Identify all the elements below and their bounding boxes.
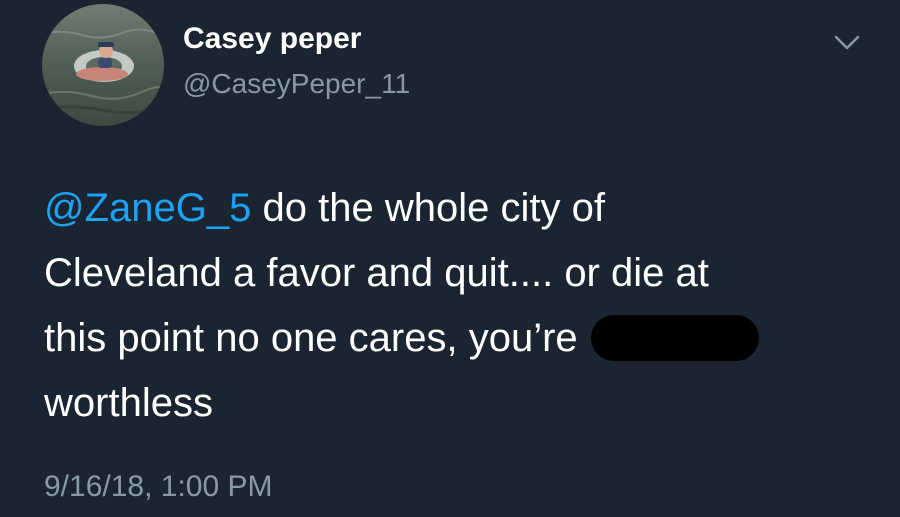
tweet-text: @ZaneG_5 do the whole city of Cleveland … (44, 176, 864, 436)
avatar[interactable] (42, 4, 164, 126)
tweet-text-line: @ZaneG_5 do the whole city of (44, 176, 864, 241)
tweet-text-segment: this point no one cares, you’re (44, 316, 589, 360)
redaction-mark (590, 315, 759, 361)
tweet-text-line: this point no one cares, you’re (44, 306, 864, 371)
tweet-card: Casey peper @CaseyPeper_11 @ZaneG_5 do t… (0, 0, 900, 517)
chevron-down-icon (834, 35, 860, 50)
tweet-text-segment: do the whole city of (251, 186, 605, 230)
tweet-text-line: Cleveland a favor and quit.... or die at (44, 251, 709, 295)
tweet-timestamp[interactable]: 9/16/18, 1:00 PM (44, 470, 273, 504)
tweet-text-line: worthless (44, 381, 213, 425)
author-display-name[interactable]: Casey peper (183, 22, 361, 56)
more-options-button[interactable] (832, 32, 862, 54)
profile-photo-icon (42, 4, 164, 126)
mention-link[interactable]: @ZaneG_5 (44, 186, 251, 230)
author-handle[interactable]: @CaseyPeper_11 (183, 68, 410, 100)
